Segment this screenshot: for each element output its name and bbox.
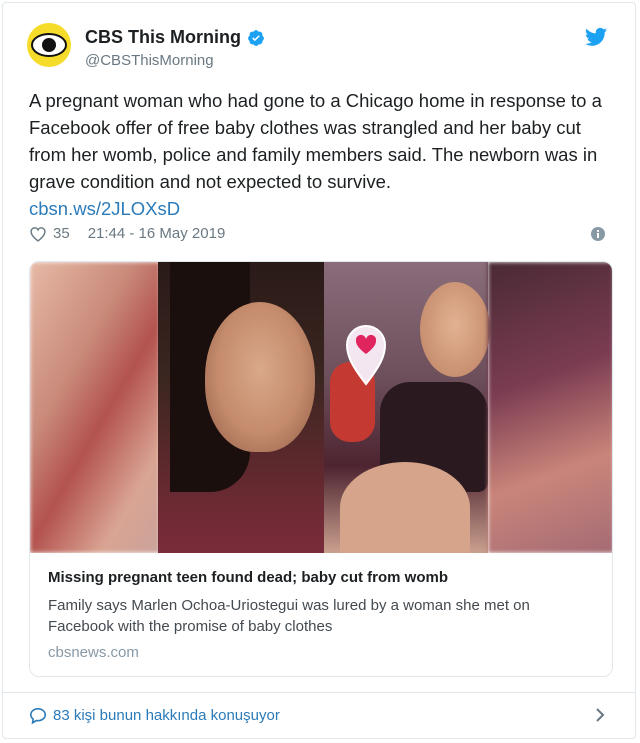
tweet-text: A pregnant woman who had gone to a Chica… xyxy=(29,87,619,222)
display-name[interactable]: CBS This Morning xyxy=(85,27,241,48)
info-icon[interactable] xyxy=(591,227,605,241)
heart-pin-icon xyxy=(345,325,387,386)
preview-description: Family says Marlen Ochoa-Uriostegui was … xyxy=(48,597,530,635)
speech-bubble-icon xyxy=(29,707,47,724)
heart-icon[interactable] xyxy=(29,226,47,242)
preview-image xyxy=(30,262,612,553)
verified-badge-icon xyxy=(248,29,264,46)
twitter-bird-icon[interactable] xyxy=(585,27,607,47)
tweet-link[interactable]: cbsn.ws/2JLOXsD xyxy=(29,195,619,222)
preview-text: Missing pregnant teen found dead; baby c… xyxy=(30,553,612,676)
preview-domain: cbsnews.com xyxy=(48,644,139,661)
author-handle[interactable]: @CBSThisMorning xyxy=(85,52,214,69)
tweet-body: A pregnant woman who had gone to a Chica… xyxy=(29,90,602,192)
selfie-belly xyxy=(340,462,470,553)
preview-title[interactable]: Missing pregnant teen found dead; baby c… xyxy=(48,569,596,586)
blurred-image-right xyxy=(488,262,612,553)
author-name-row[interactable]: CBS This Morning xyxy=(85,27,265,48)
portrait-face xyxy=(205,302,315,452)
avatar[interactable] xyxy=(27,23,71,67)
link-preview-card[interactable]: Missing pregnant teen found dead; baby c… xyxy=(29,261,613,677)
conversation-footer[interactable]: 83 kişi bunun hakkında konuşuyor xyxy=(3,692,635,738)
selfie-face xyxy=(420,282,490,377)
timestamp[interactable]: 21:44 - 16 May 2019 xyxy=(88,225,226,242)
like-count[interactable]: 35 xyxy=(53,225,70,242)
cbs-eye-logo-icon xyxy=(31,33,67,57)
conversation-text[interactable]: 83 kişi bunun hakkında konuşuyor xyxy=(53,707,280,724)
tweet-card: CBS This Morning @CBSThisMorning A pregn… xyxy=(2,2,636,739)
tweet-meta: 35 21:44 - 16 May 2019 xyxy=(29,225,225,242)
chevron-right-icon[interactable] xyxy=(595,707,605,723)
blurred-image-left xyxy=(30,262,160,553)
